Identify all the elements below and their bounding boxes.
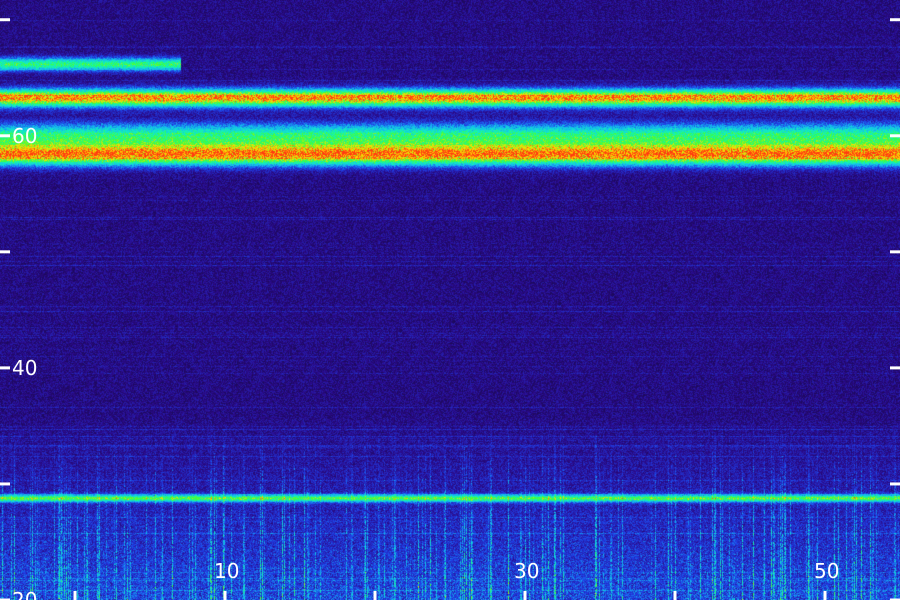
spectrogram-heatmap	[0, 0, 900, 600]
x-tick-label: 30	[514, 559, 539, 583]
x-tick-label: 50	[814, 559, 839, 583]
spectrogram-chart: 20 40 60 10 30 50	[0, 0, 900, 600]
y-tick-label: 20	[12, 588, 37, 600]
y-tick-label: 40	[12, 356, 37, 380]
x-tick-label: 10	[214, 559, 239, 583]
y-tick-label: 60	[12, 124, 37, 148]
